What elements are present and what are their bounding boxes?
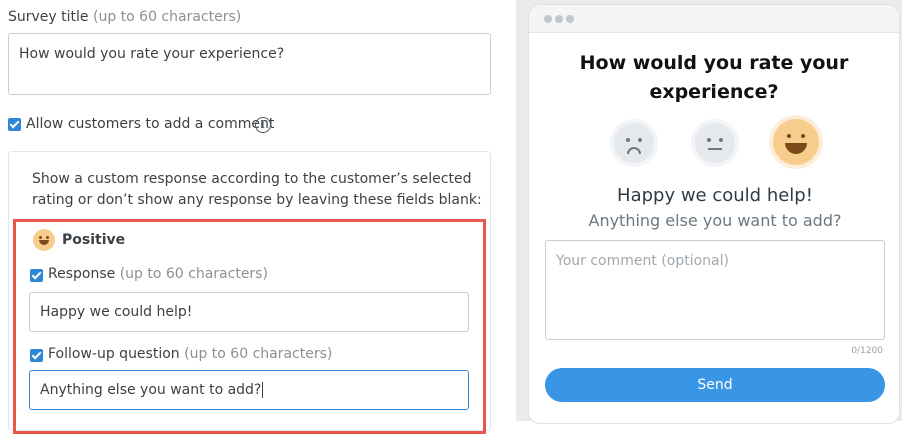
positive-rating-section: Positive Response (up to 60 characters) … bbox=[13, 219, 486, 434]
survey-title-label: Survey title (up to 60 characters) bbox=[8, 9, 241, 25]
allow-comment-checkbox[interactable] bbox=[8, 118, 21, 131]
comment-textarea[interactable]: Your comment (optional) bbox=[545, 240, 885, 340]
window-title-bar bbox=[529, 5, 899, 33]
followup-checkbox[interactable] bbox=[30, 349, 43, 362]
response-label-text: Response bbox=[48, 266, 116, 282]
followup-input[interactable]: Anything else you want to add? bbox=[29, 370, 469, 410]
allow-comment-label[interactable]: Allow customers to add a comment bbox=[26, 116, 274, 132]
followup-label[interactable]: Follow-up question (up to 60 characters) bbox=[48, 346, 332, 362]
happy-face-icon[interactable] bbox=[773, 119, 819, 165]
survey-title-value: How would you rate your experience? bbox=[19, 46, 285, 62]
neutral-face-icon[interactable] bbox=[695, 123, 735, 163]
text-caret bbox=[262, 382, 264, 398]
rules-description: Show a custom response according to the … bbox=[32, 171, 482, 208]
response-input[interactable]: Happy we could help! bbox=[29, 292, 469, 332]
positive-label: Positive bbox=[62, 232, 126, 248]
preview-response: Happy we could help! bbox=[617, 185, 813, 206]
response-checkbox[interactable] bbox=[30, 269, 43, 282]
followup-hint: (up to 60 characters) bbox=[184, 346, 333, 362]
followup-label-text: Follow-up question bbox=[48, 346, 180, 362]
window-dot-icon bbox=[544, 15, 552, 23]
comment-placeholder: Your comment (optional) bbox=[556, 253, 729, 269]
survey-title-hint: (up to 60 characters) bbox=[92, 9, 242, 25]
response-label[interactable]: Response (up to 60 characters) bbox=[48, 266, 268, 282]
response-hint: (up to 60 characters) bbox=[119, 266, 268, 282]
survey-preview-window: How would you rate your experience? Happ… bbox=[528, 4, 900, 424]
survey-title-label-text: Survey title bbox=[8, 9, 89, 25]
followup-input-value: Anything else you want to add? bbox=[40, 382, 262, 398]
window-dot-icon bbox=[566, 15, 574, 23]
happy-face-icon bbox=[33, 229, 55, 251]
character-counter: 0/1200 bbox=[851, 346, 883, 356]
window-dot-icon bbox=[555, 15, 563, 23]
send-button[interactable]: Send bbox=[545, 368, 885, 402]
response-input-value: Happy we could help! bbox=[40, 304, 193, 320]
preview-question: How would you rate your experience? bbox=[579, 52, 849, 103]
sad-face-icon[interactable] bbox=[614, 123, 654, 163]
survey-title-input[interactable]: How would you rate your experience? bbox=[8, 33, 491, 95]
preview-followup: Anything else you want to add? bbox=[588, 211, 842, 230]
info-icon[interactable]: i bbox=[255, 117, 271, 133]
survey-editor: Survey title (up to 60 characters) How w… bbox=[0, 0, 516, 434]
